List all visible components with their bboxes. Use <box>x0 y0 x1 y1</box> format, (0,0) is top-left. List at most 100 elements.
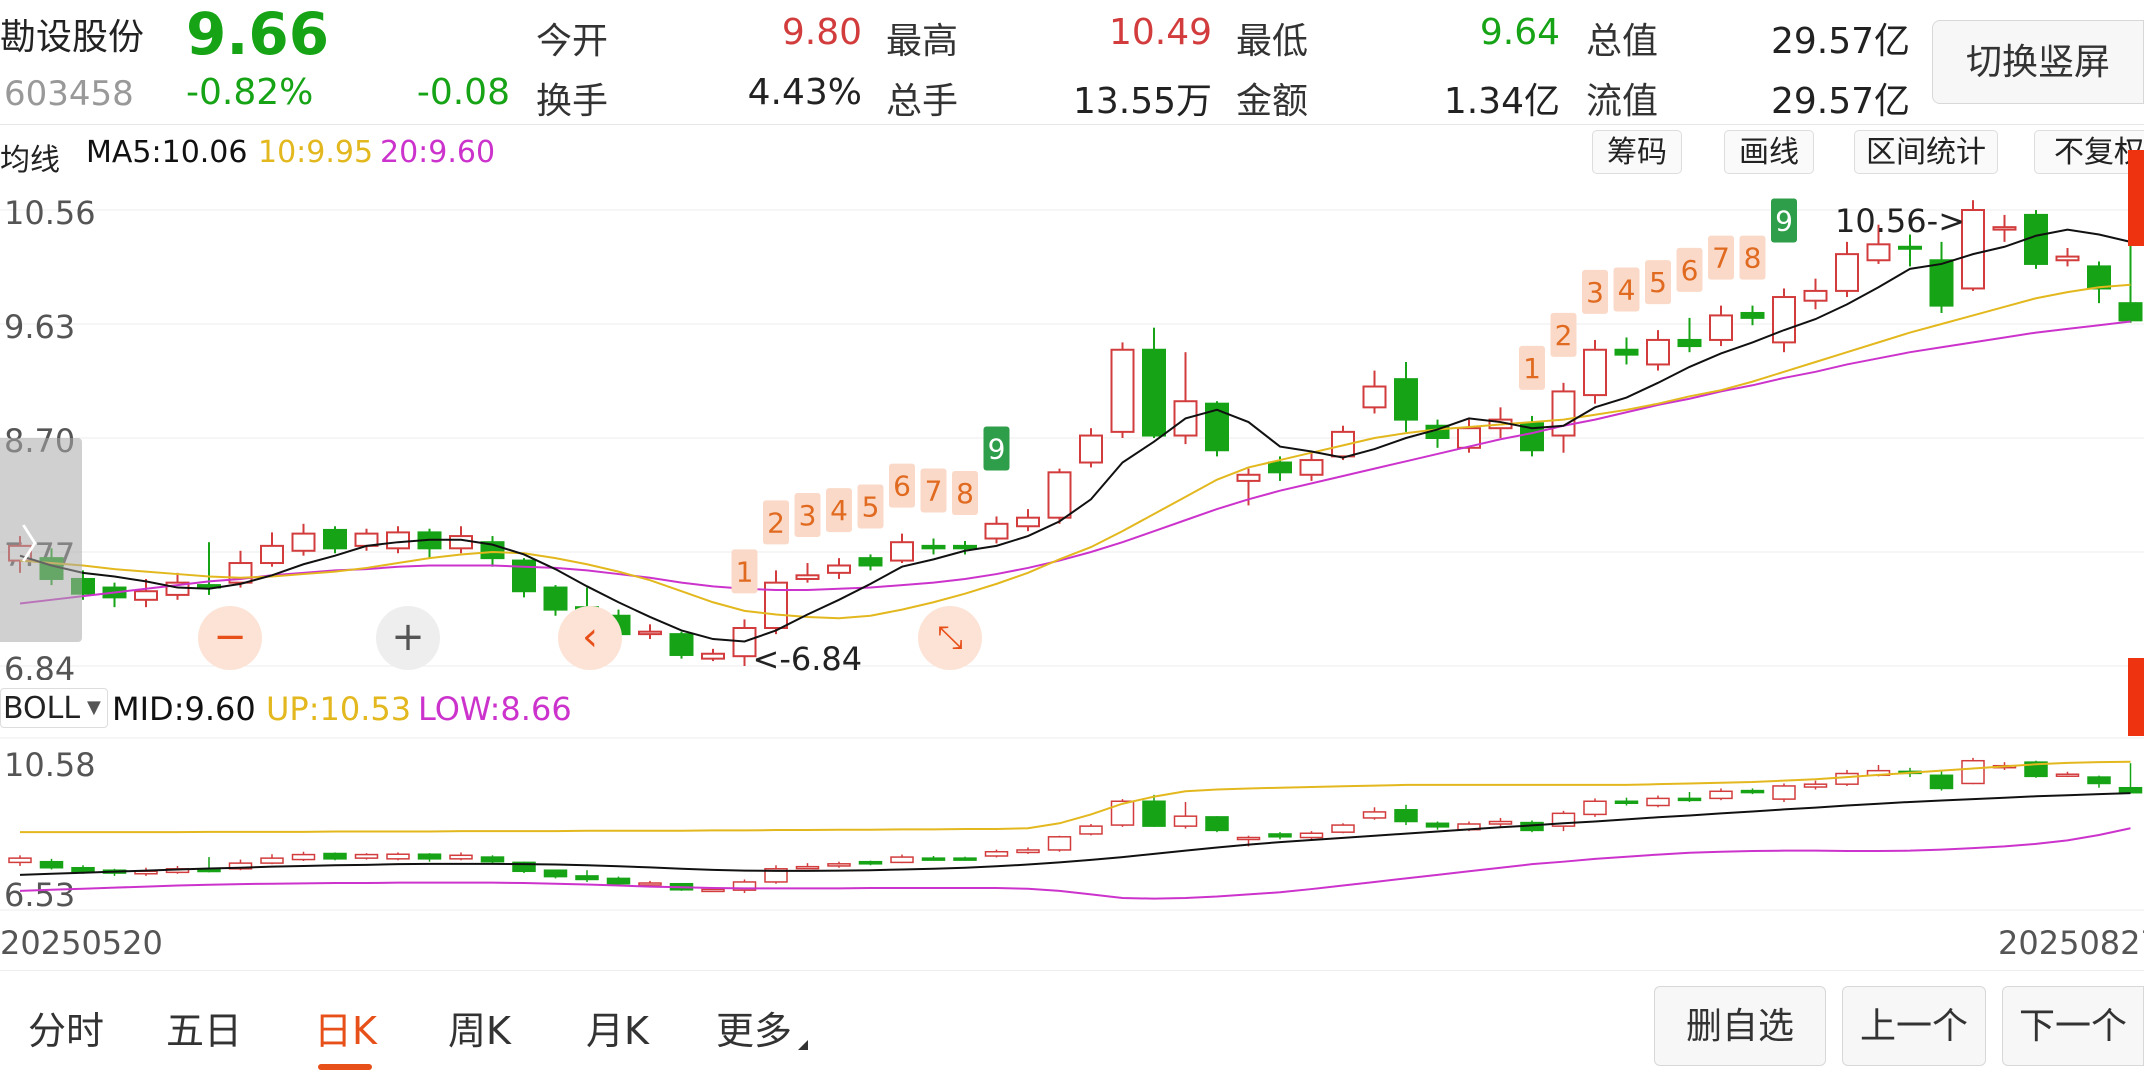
candle-body <box>1677 338 1702 348</box>
low-label: 最低 <box>1236 21 1309 62</box>
boll-indicator-selector[interactable]: BOLL ▼ <box>0 688 108 728</box>
tab-timeshare[interactable]: 分时 <box>28 1000 104 1055</box>
candle-body <box>134 590 158 601</box>
open-label: 今开 <box>536 21 609 62</box>
boll-candle-body <box>1709 790 1733 800</box>
boll-candle-body <box>2055 773 2080 777</box>
td-count-label: 4 <box>830 494 848 527</box>
previous-stock-button[interactable]: 上一个 <box>1842 986 1986 1066</box>
boll-candle-body <box>1299 832 1324 839</box>
td-count-label: 6 <box>1681 254 1699 287</box>
candle-body <box>1142 348 1166 437</box>
candle-body <box>890 541 914 562</box>
candle-body <box>1047 471 1072 519</box>
range-stats-button[interactable]: 区间统计 <box>1854 130 1998 174</box>
candle-body <box>1992 226 2017 231</box>
boll-candle-body <box>260 857 284 864</box>
boll-candle-body <box>1614 800 1639 804</box>
td-count-label: 9 <box>988 432 1006 465</box>
compress-icon[interactable]: ⤡ <box>918 606 982 670</box>
ma-prefix: 均线 <box>0 143 60 178</box>
td-count-label: 8 <box>1744 242 1762 275</box>
header-divider <box>0 124 2144 125</box>
boll-candle-body <box>291 853 316 861</box>
candlestick-chart[interactable]: 10.569.638.707.776.84 123456789123456789… <box>0 180 2144 680</box>
price-axis-label: 9.63 <box>4 308 75 346</box>
zoom-out-button[interactable]: − <box>198 606 262 670</box>
candle-body <box>1583 348 1607 397</box>
boll-candle-body <box>1236 836 1261 841</box>
caret-down-icon: ▼ <box>87 697 101 718</box>
td-count-label: 4 <box>1618 273 1636 306</box>
change-percent: -0.82% <box>186 72 314 113</box>
candle-body <box>1835 253 1859 292</box>
boll-candle-body <box>921 857 946 861</box>
ma20-value: 20:9.60 <box>380 135 496 170</box>
candle-body <box>1772 296 1796 344</box>
boll-mid-line <box>19 792 2131 876</box>
candle-body <box>1614 348 1639 356</box>
boll-candle-body <box>1268 833 1292 838</box>
tab-weekly-k[interactable]: 周K <box>448 1000 511 1055</box>
boll-candle-body <box>1331 824 1355 833</box>
boll-candle-body <box>1677 797 1702 802</box>
volume-value: 13.55万 <box>1072 81 1212 122</box>
boll-candle-body <box>71 866 95 873</box>
candle-body <box>323 528 347 550</box>
boll-candle-body <box>1488 820 1513 825</box>
candle-body <box>827 564 851 574</box>
turnover-label: 换手 <box>536 81 609 122</box>
date-start: 20250520 <box>0 924 163 962</box>
candle-body <box>1299 459 1324 476</box>
tab-five-day[interactable]: 五日 <box>166 1000 242 1055</box>
candle-body <box>669 633 694 656</box>
ma10-value: 10:9.95 <box>258 135 374 170</box>
boll-candle-body <box>1772 785 1796 800</box>
boll-candle-body <box>1425 822 1450 828</box>
candle-body <box>2055 255 2080 262</box>
boll-candle-body <box>1016 849 1040 854</box>
ma5-value: MA5:10.06 <box>86 135 248 170</box>
remove-watchlist-button[interactable]: 删自选 <box>1654 986 1826 1066</box>
right-edge-marker <box>2128 150 2144 246</box>
boll-low: LOW:8.66 <box>418 690 572 728</box>
last-price: 9.66 <box>186 0 330 68</box>
tab-monthly-k[interactable]: 月K <box>586 1000 649 1055</box>
boll-candle-body <box>984 850 1009 857</box>
boll-candle-body <box>701 888 725 893</box>
boll-candle-body <box>1394 809 1418 823</box>
candle-body <box>638 630 662 636</box>
switch-portrait-button[interactable]: 切换竖屏 <box>1932 20 2144 104</box>
td-count-label: 1 <box>736 555 754 588</box>
candle-body <box>1016 516 1040 528</box>
boll-axis-label: 10.58 <box>4 746 96 784</box>
date-end: 20250827 <box>1998 924 2144 962</box>
draw-line-button[interactable]: 画线 <box>1724 130 1814 174</box>
boll-candle-body <box>1205 816 1229 832</box>
boll-mid: MID:9.60 <box>112 690 256 728</box>
candle-body <box>984 522 1009 540</box>
next-stock-button[interactable]: 下一个 <box>2002 986 2144 1066</box>
high-value: 10.49 <box>1108 12 1212 53</box>
chips-button[interactable]: 筹码 <box>1592 130 1682 174</box>
boll-candle-body <box>1583 800 1607 816</box>
boll-candle-body <box>1835 772 1859 785</box>
float-cap-label: 流值 <box>1586 81 1659 122</box>
tab-more[interactable]: 更多 <box>716 1000 792 1055</box>
candle-body <box>953 544 977 550</box>
boll-candle-body <box>1142 800 1166 827</box>
boll-candle-body <box>638 882 662 886</box>
boll-candle-body <box>1803 783 1828 788</box>
boll-candle-body <box>953 857 977 861</box>
zoom-in-button[interactable]: + <box>376 606 440 670</box>
scroll-back-button[interactable]: ‹ <box>558 606 622 670</box>
td-count-label: 5 <box>1649 266 1667 299</box>
boll-chart[interactable]: 10.58 6.53 <box>0 734 2144 914</box>
candle-body <box>1709 314 1733 341</box>
boll-candle-body <box>795 865 820 870</box>
td-count-label: 7 <box>1712 242 1730 275</box>
amount-label: 金额 <box>1236 81 1309 122</box>
low-value: 9.64 <box>1479 12 1560 53</box>
td-count-label: 2 <box>1555 319 1573 352</box>
tab-daily-k[interactable]: 日K <box>314 1000 377 1055</box>
